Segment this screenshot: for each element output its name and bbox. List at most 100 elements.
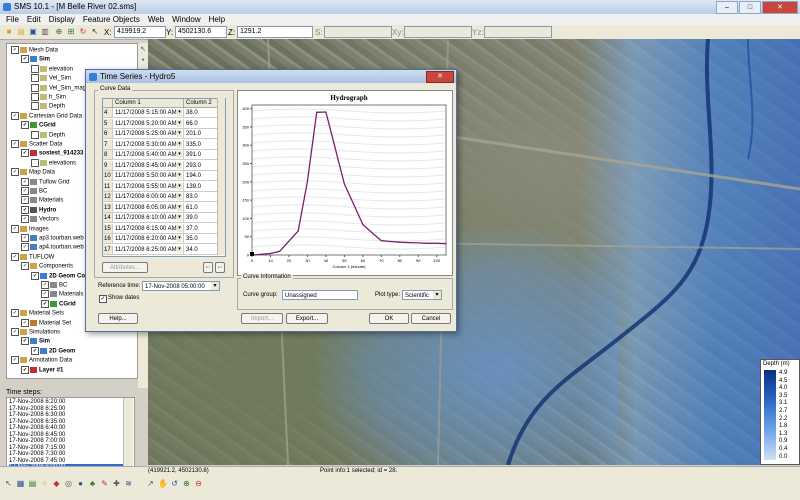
cell-datetime[interactable]: 11/17/2008 6:10:00 AM ▾ [113, 213, 184, 223]
tree-checkbox[interactable] [31, 158, 39, 167]
tree-checkbox[interactable]: ✓ [21, 365, 29, 374]
tree-checkbox[interactable]: ✓ [21, 121, 29, 130]
tree-checkbox[interactable]: ✓ [21, 177, 29, 186]
pan-icon[interactable]: ✋ [158, 479, 168, 488]
zoom-out-icon[interactable]: ⊖ [194, 479, 203, 488]
delete-row-button[interactable]: ↩ [215, 262, 225, 273]
select-tool-icon[interactable]: ↖ [139, 45, 147, 53]
tree-item[interactable]: ✓ sostest_914233 [21, 149, 83, 158]
maximize-button[interactable]: □ [739, 1, 761, 14]
open-folder-icon[interactable]: ▤ [16, 27, 26, 37]
tree-item[interactable]: h_Sim [31, 93, 66, 102]
cell-dropdown-icon[interactable]: ▾ [177, 245, 182, 253]
tree-item[interactable]: ✓ Material Sets [11, 309, 64, 318]
cell-dropdown-icon[interactable]: ▾ [177, 140, 182, 148]
menu-display[interactable]: Display [49, 14, 75, 25]
tree-checkbox[interactable]: ✓ [11, 140, 19, 148]
tree-item[interactable]: ✓ 2D Geom Co [31, 271, 85, 281]
cell-datetime[interactable]: 11/17/2008 5:50:00 AM ▾ [113, 171, 184, 181]
tree-item[interactable]: ✓ Images [11, 224, 49, 234]
time-steps-list[interactable]: 17-Nov-2008 6:20:00 17-Nov-2008 6:25:00 17… [6, 397, 135, 472]
tree-checkbox[interactable] [31, 83, 39, 92]
tree-item[interactable]: ✓ CGrid [21, 121, 56, 130]
tree-item[interactable]: ✓ Map Data [11, 168, 55, 177]
tree-item[interactable]: ✓ Mesh Data [11, 46, 58, 55]
tree-item[interactable]: Depth [31, 102, 65, 111]
tree-checkbox[interactable] [31, 130, 39, 139]
refresh-icon[interactable]: ↻ [78, 27, 88, 37]
cell-datetime[interactable]: 11/17/2008 6:05:00 AM ▾ [113, 202, 184, 213]
tree-checkbox[interactable] [31, 93, 39, 101]
help-button[interactable]: Help... [98, 313, 138, 324]
tree-item[interactable]: ✓ ap4.tourban.web [21, 243, 84, 252]
menu-file[interactable]: File [6, 14, 19, 25]
cell-datetime[interactable]: 11/17/2008 6:25:00 AM ▾ [113, 244, 184, 255]
table-row[interactable]: 17 11/17/2008 6:25:00 AM ▾ 34.0 [103, 244, 225, 255]
tree-item[interactable]: ✓ Materials [21, 196, 63, 205]
tree-checkbox[interactable]: ✓ [21, 234, 29, 242]
new-file-icon[interactable]: ■ [4, 27, 14, 37]
tree-checkbox[interactable]: ✓ [21, 187, 29, 195]
gis-icon[interactable]: ◎ [64, 479, 73, 488]
tree-icon[interactable]: ♣ [88, 479, 97, 488]
minimize-button[interactable]: – [716, 1, 738, 14]
hydrograph-plot[interactable]: Hydrograph 0 50 100 150 200 250 300 350 400 0 10 20 3… [237, 90, 453, 276]
tree-checkbox[interactable]: ✓ [21, 337, 29, 346]
tree-checkbox[interactable]: ✓ [41, 299, 49, 308]
table-row[interactable]: 15 11/17/2008 6:15:00 AM ▾ 37.0 [103, 223, 225, 234]
tree-checkbox[interactable]: ✓ [31, 346, 39, 355]
cancel-button[interactable]: Cancel [411, 313, 451, 324]
cell-dropdown-icon[interactable]: ▾ [177, 119, 182, 127]
tree-checkbox[interactable]: ✓ [31, 271, 39, 280]
cell-dropdown-icon[interactable]: ▾ [177, 161, 182, 169]
tree-item[interactable]: Depth [31, 130, 65, 140]
tree-item[interactable]: ✓ BC [21, 187, 47, 196]
tree-item[interactable]: ✓ Annotation Data [11, 356, 72, 365]
tree-item[interactable]: ✓ Scatter Data [11, 140, 62, 149]
cell-dropdown-icon[interactable]: ▾ [177, 172, 182, 179]
measure-icon[interactable]: ✚ [112, 479, 121, 488]
print-icon[interactable]: ▥ [40, 27, 50, 37]
tree-item[interactable]: ✓ Hydro [21, 205, 56, 215]
zoom-in-icon[interactable]: ⊕ [182, 479, 191, 488]
scatter-icon[interactable]: ⁘ [40, 479, 49, 488]
x-field[interactable]: 419919.2 [114, 26, 166, 38]
tree-checkbox[interactable]: ✓ [21, 149, 29, 158]
tree-checkbox[interactable]: ✓ [21, 318, 29, 327]
time-steps-scrollbar[interactable] [123, 398, 133, 469]
tree-item[interactable]: Vel_Sim_mag [31, 83, 86, 93]
frame-icon[interactable]: ⊞ [66, 27, 76, 37]
cell-datetime[interactable]: 11/17/2008 6:20:00 AM ▾ [113, 234, 184, 244]
tree-checkbox[interactable]: ✓ [11, 309, 19, 318]
tree-item[interactable]: ✓ TUFLOW [11, 252, 54, 262]
table-row[interactable]: 10 11/17/2008 5:50:00 AM ▾ 194.0 [103, 171, 225, 181]
cell-dropdown-icon[interactable]: ▾ [177, 182, 182, 190]
reference-time-field[interactable]: 17-Nov-2008 05:00:00 [142, 281, 220, 291]
tree-checkbox[interactable] [31, 64, 39, 73]
table-row[interactable]: 13 11/17/2008 6:05:00 AM ▾ 61.0 [103, 202, 225, 213]
tree-checkbox[interactable]: ✓ [21, 215, 29, 224]
tree-item[interactable]: ✓ BC [41, 281, 67, 290]
show-dates-checkbox[interactable]: ✓ [99, 295, 107, 303]
table-row[interactable]: 11 11/17/2008 5:55:00 AM ▾ 139.0 [103, 181, 225, 192]
rotate-icon[interactable]: ↺ [170, 479, 179, 488]
tree-item[interactable]: ✓ ap3.tourban.web [21, 234, 84, 243]
import-button[interactable]: Import... [241, 313, 283, 324]
cell-datetime[interactable]: 11/17/2008 5:30:00 AM ▾ [113, 139, 184, 150]
dialog-close-button[interactable]: ✕ [426, 71, 454, 83]
tree-item[interactable]: ✓ Material Set [21, 318, 71, 328]
tree-item[interactable]: ✓ Layer #1 [21, 365, 63, 375]
tree-item[interactable]: ✓ Components [21, 262, 73, 271]
grid-icon[interactable]: ▤ [28, 479, 37, 488]
tree-checkbox[interactable]: ✓ [11, 168, 19, 177]
cell-datetime[interactable]: 11/17/2008 5:55:00 AM ▾ [113, 181, 184, 192]
close-button[interactable]: ✕ [762, 1, 798, 14]
tree-item[interactable]: elevation [31, 64, 73, 74]
tree-item[interactable]: Vel_Sim [31, 74, 71, 83]
table-row[interactable]: 7 11/17/2008 5:30:00 AM ▾ 335.0 [103, 139, 225, 150]
node-tool-icon[interactable]: • [139, 57, 147, 65]
cell-dropdown-icon[interactable]: ▾ [177, 130, 182, 137]
table-row[interactable]: 8 11/17/2008 5:40:00 AM ▾ 391.0 [103, 150, 225, 160]
map-icon[interactable]: ◆ [52, 479, 61, 488]
ok-button[interactable]: OK [369, 313, 409, 324]
